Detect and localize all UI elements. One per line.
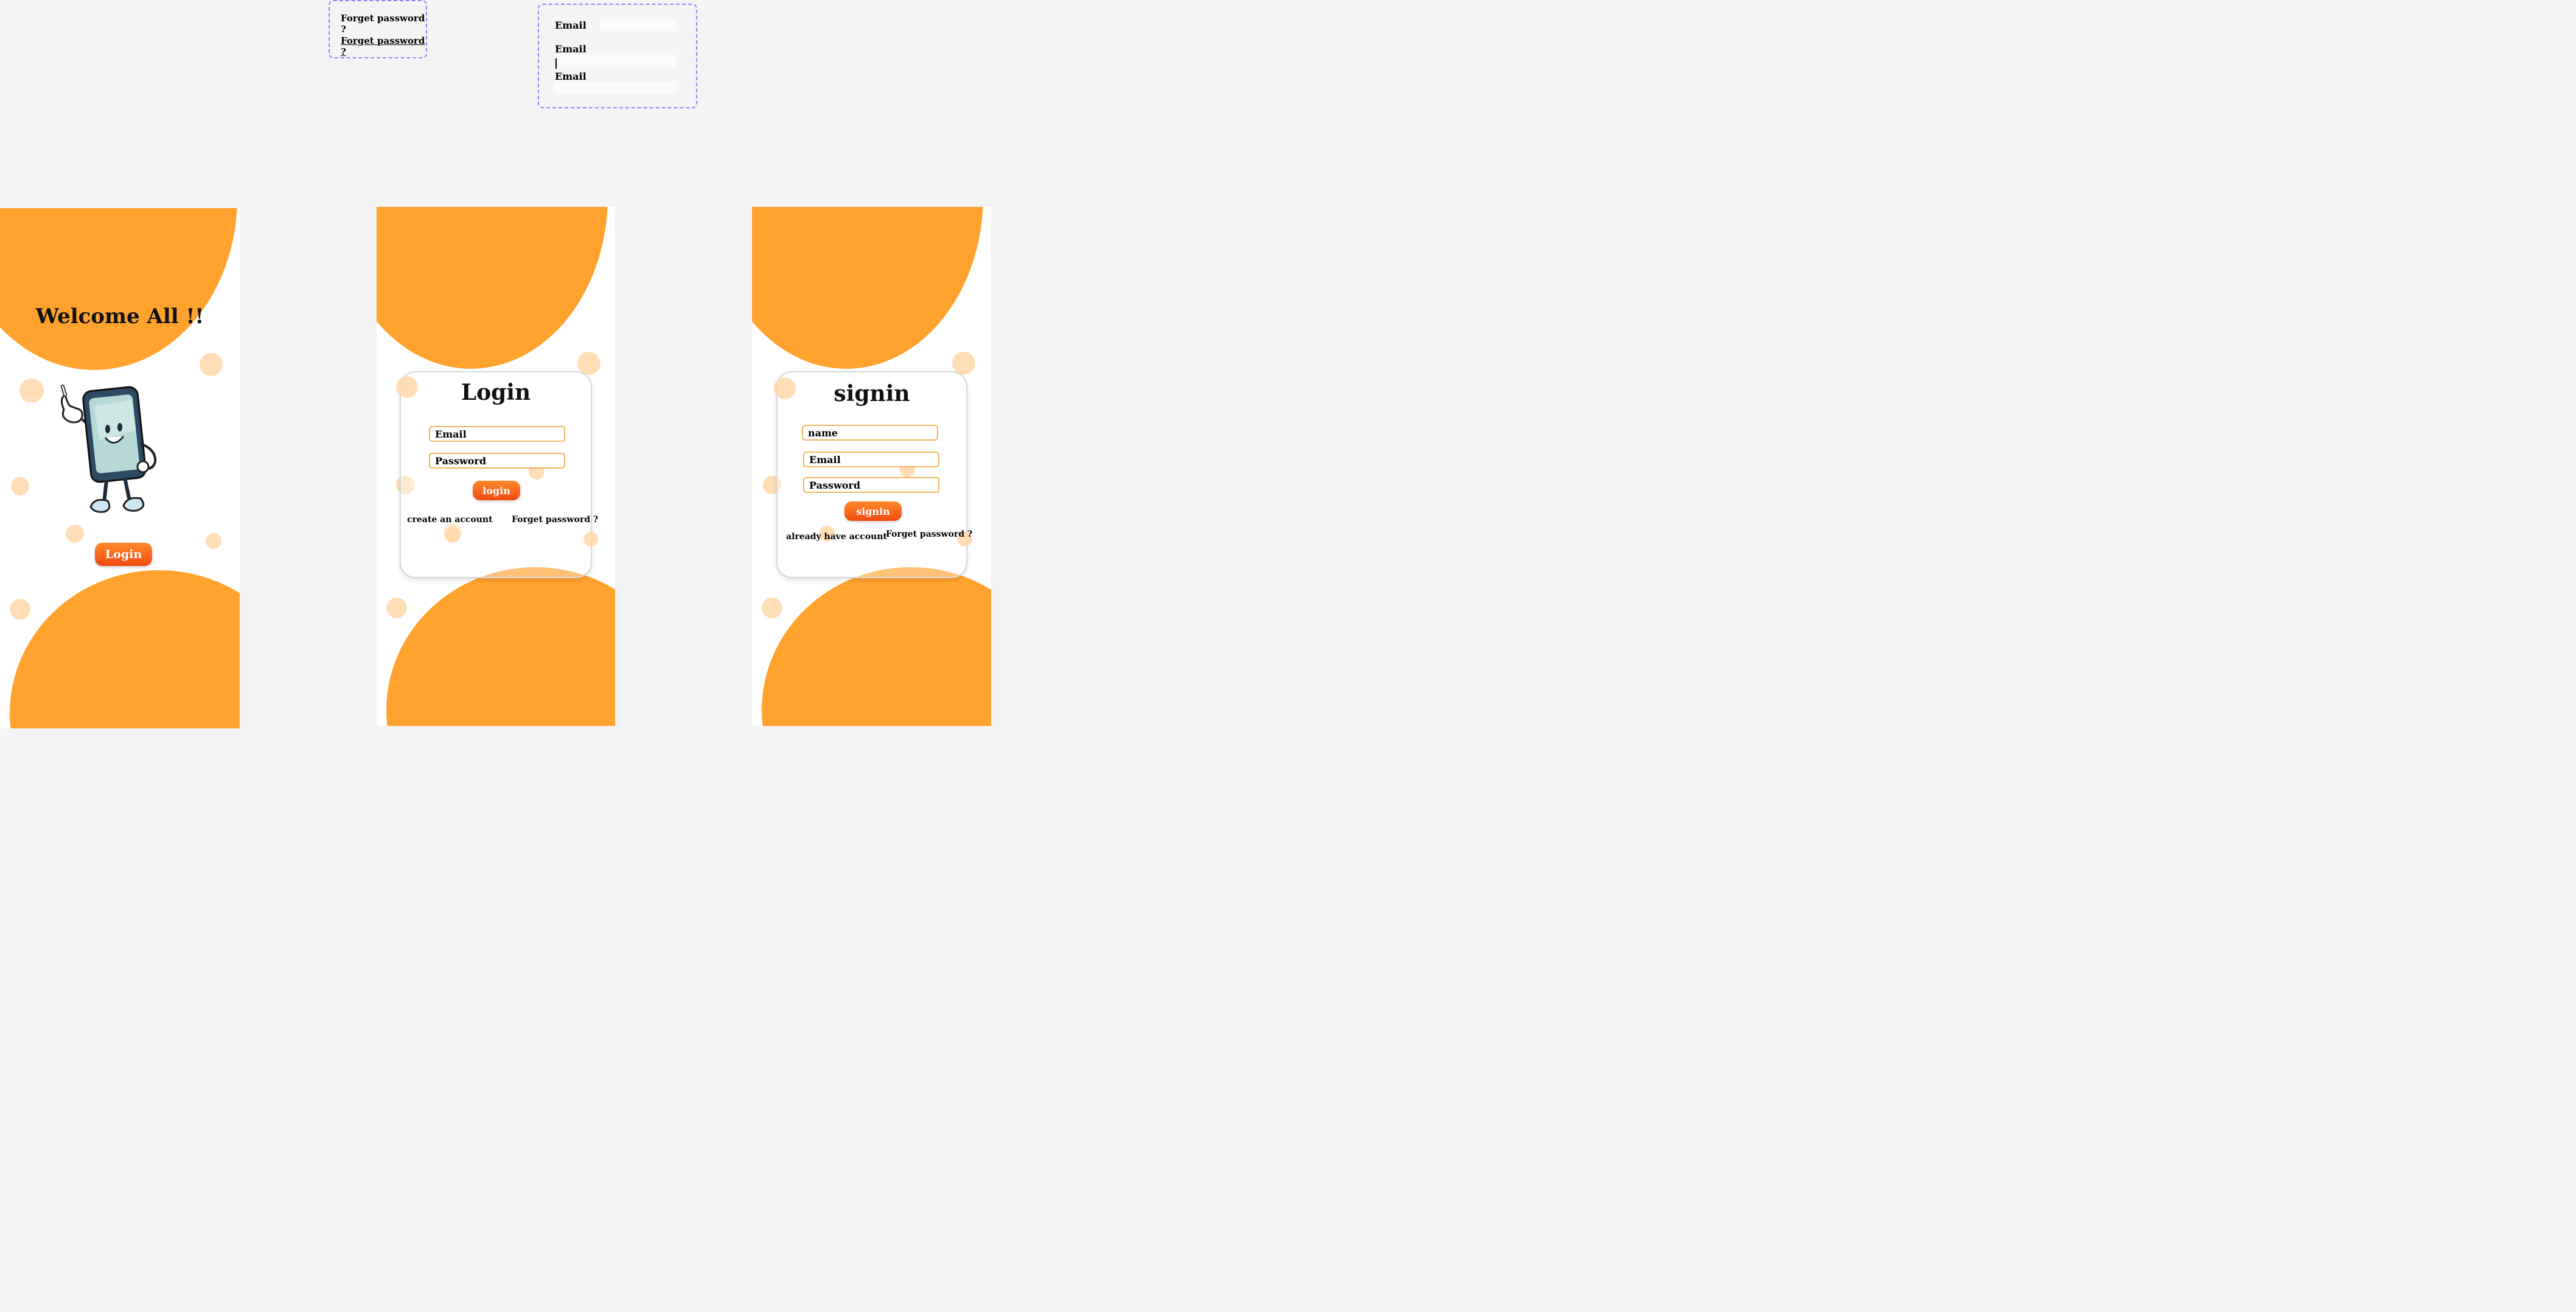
have-account-link[interactable]: already have account [786, 532, 887, 542]
decor-dot [10, 599, 30, 619]
bottom-orange-blob [10, 570, 240, 728]
password-input[interactable] [429, 453, 565, 469]
welcome-heading: Welcome All !! [35, 304, 204, 329]
phone-mascot-icon [61, 385, 157, 513]
forget-password-link-default[interactable]: Forget password ? [341, 13, 426, 35]
email-label-default: Email [555, 19, 587, 31]
name-input[interactable] [802, 425, 938, 441]
text-caret [555, 58, 557, 69]
password-input[interactable] [803, 477, 939, 493]
decor-dot [762, 598, 782, 618]
forget-password-variants: Forget password ? Forget password ? [329, 0, 427, 58]
forget-password-link-hover[interactable]: Forget password ? [341, 35, 426, 57]
decor-dot [11, 477, 29, 495]
create-account-link[interactable]: create an account [407, 515, 493, 525]
signin-submit-button[interactable]: signin [844, 501, 902, 521]
bottom-orange-blob [762, 567, 991, 726]
signin-card: signin signin already have account Forge… [774, 371, 972, 578]
top-orange-blob [752, 207, 983, 369]
decor-dot [19, 379, 44, 403]
bottom-orange-blob [386, 567, 615, 726]
login-heading: Login [461, 380, 531, 405]
email-field-variants: Email Email Email [538, 4, 697, 108]
decor-dot [386, 598, 407, 618]
email-field-focused[interactable] [555, 55, 677, 67]
forgot-password-link[interactable]: Forget password ? [886, 529, 972, 539]
email-input[interactable] [429, 426, 565, 442]
login-screen: Login login create an account Forget pas… [377, 207, 615, 726]
welcome-screen: Welcome All !! Login [0, 208, 240, 728]
email-field-filled[interactable] [555, 82, 677, 94]
decor-dot [200, 353, 223, 376]
decor-dot [445, 527, 461, 543]
signin-screen: signin signin already have account Forge… [752, 207, 991, 726]
decor-dot [583, 532, 598, 546]
email-field-default[interactable] [600, 19, 677, 31]
top-orange-blob [0, 208, 237, 370]
top-orange-blob [377, 207, 608, 369]
signin-heading: signin [834, 381, 910, 407]
login-button[interactable]: Login [95, 543, 152, 566]
email-label-focused: Email [555, 43, 587, 55]
login-card: Login login create an account Forget pas… [396, 371, 598, 578]
email-input[interactable] [803, 452, 939, 467]
forgot-password-link[interactable]: Forget password ? [512, 515, 598, 525]
decor-dot [206, 533, 221, 549]
email-label-filled: Email [555, 71, 587, 82]
login-submit-button[interactable]: login [473, 481, 520, 500]
